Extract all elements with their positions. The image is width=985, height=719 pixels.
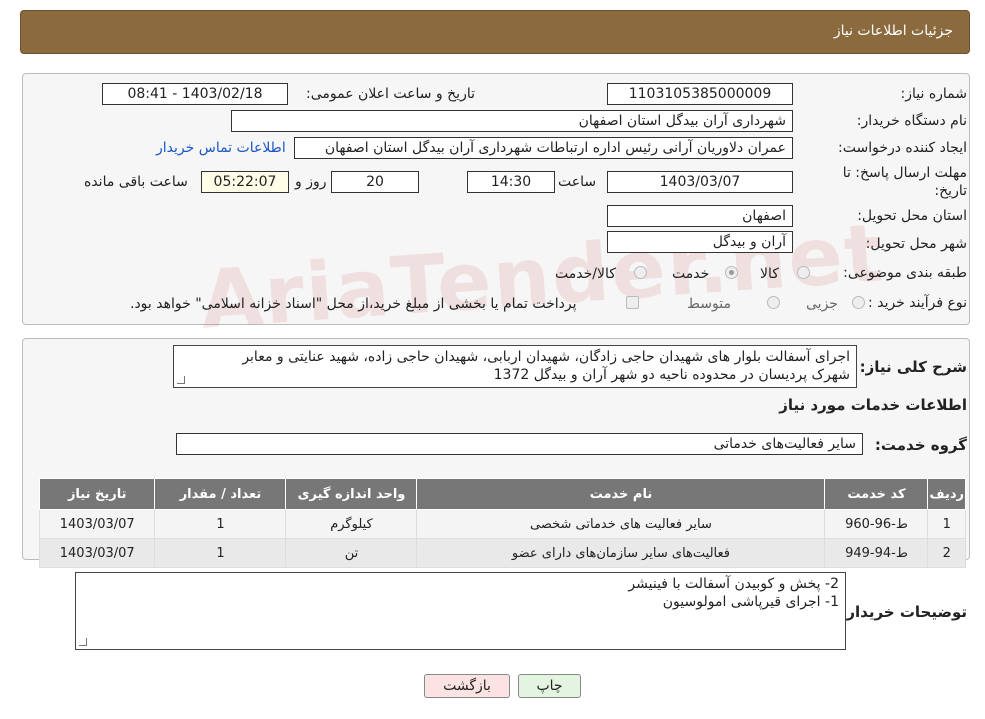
page-title: جزئیات اطلاعات نیاز	[833, 23, 953, 39]
print-button[interactable]: چاپ	[518, 674, 581, 698]
cell-quantity: 1	[154, 538, 287, 568]
services-section-title: اطلاعات خدمات مورد نیاز	[779, 396, 967, 414]
table-row[interactable]: 2 ط-94-949 فعالیت‌های سایر سازمان‌های دا…	[38, 538, 966, 568]
buyer-notes-line-2: 1- اجرای قیرپاشی امولوسیون	[662, 594, 839, 610]
cell-need-date: 1403/03/07	[38, 538, 156, 568]
announce-date-label: تاریخ و ساعت اعلان عمومی:	[306, 86, 475, 102]
cell-service-name: فعالیت‌های سایر سازمان‌های دارای عضو	[416, 538, 826, 568]
need-number-field[interactable]: 1103105385000009	[607, 83, 793, 105]
deadline-time-label: ساعت	[558, 174, 597, 190]
announce-date-field[interactable]: 1403/02/18 - 08:41	[102, 83, 288, 105]
services-table: ردیف کد خدمت نام خدمت واحد اندازه گیری ت…	[38, 478, 966, 568]
resize-handle[interactable]	[177, 376, 185, 384]
category-goods-service-radio[interactable]	[634, 266, 647, 279]
purchase-minor-radio[interactable]	[852, 296, 865, 309]
buyer-notes-line-1: 2- پخش و کوبیدن آسفالت با فینیشر	[628, 576, 839, 592]
cell-row-number: 1	[927, 509, 966, 539]
deadline-label: مهلت ارسال پاسخ: تا تاریخ:	[842, 165, 967, 199]
description-field[interactable]: اجرای آسفالت بلوار های شهیدان حاجی زادگا…	[173, 345, 857, 388]
cell-need-date: 1403/03/07	[38, 509, 156, 539]
col-need-date: تاریخ نیاز	[38, 478, 156, 510]
buyer-notes-field[interactable]: 2- پخش و کوبیدن آسفالت با فینیشر 1- اجرا…	[75, 572, 846, 650]
purchase-medium-radio[interactable]	[767, 296, 780, 309]
treasury-checkbox[interactable]	[626, 296, 639, 309]
creator-label: ایجاد کننده درخواست:	[838, 140, 967, 156]
deadline-time-field[interactable]: 14:30	[467, 171, 555, 193]
purchase-medium-label: متوسط	[687, 296, 731, 312]
services-table-wrap: ردیف کد خدمت نام خدمت واحد اندازه گیری ت…	[38, 478, 966, 568]
deadline-date-field[interactable]: 1403/03/07	[607, 171, 793, 193]
back-button[interactable]: بازگشت	[424, 674, 510, 698]
cell-service-code: ط-96-960	[824, 509, 929, 539]
remaining-time-field[interactable]: 05:22:07	[201, 171, 289, 193]
buyer-org-field[interactable]: شهرداری آران بیدگل استان اصفهان	[231, 110, 793, 132]
cell-row-number: 2	[927, 538, 966, 568]
col-service-code: کد خدمت	[824, 478, 929, 510]
city-label: شهر محل تحویل:	[865, 236, 967, 252]
city-field[interactable]: آران و بیدگل	[607, 231, 793, 253]
cell-quantity: 1	[154, 509, 287, 539]
service-group-field[interactable]: سایر فعالیت‌های خدماتی	[176, 433, 863, 455]
category-service-radio[interactable]	[725, 266, 738, 279]
cell-unit: کیلوگرم	[285, 509, 418, 539]
buyer-org-label: نام دستگاه خریدار:	[856, 113, 967, 129]
description-line-2: شهرک پردیسان در محدوده ناحیه دو شهر آران…	[493, 367, 850, 383]
province-label: استان محل تحویل:	[857, 208, 967, 224]
category-service-label: خدمت	[672, 266, 710, 282]
table-row[interactable]: 1 ط-96-960 سایر فعالیت های خدماتی شخصی ک…	[38, 509, 966, 539]
purchase-type-label: نوع فرآیند خرید :	[868, 295, 967, 311]
province-field[interactable]: اصفهان	[607, 205, 793, 227]
creator-field[interactable]: عمران دلاوریان آرانی رئیس اداره ارتباطات…	[294, 137, 793, 159]
need-number-label: شماره نیاز:	[900, 86, 968, 102]
col-row-number: ردیف	[927, 478, 966, 510]
col-service-name: نام خدمت	[416, 478, 826, 510]
purchase-minor-label: جزیی	[806, 296, 838, 312]
treasury-note: پرداخت تمام یا بخشی از مبلغ خرید،از محل …	[130, 296, 577, 312]
resize-handle[interactable]	[79, 638, 87, 646]
description-line-1: اجرای آسفالت بلوار های شهیدان حاجی زادگا…	[242, 349, 850, 365]
remaining-label: ساعت باقی مانده	[84, 174, 188, 190]
cell-unit: تن	[285, 538, 418, 568]
description-label: شرح کلی نیاز:	[859, 358, 967, 376]
table-header-row: ردیف کد خدمت نام خدمت واحد اندازه گیری ت…	[38, 478, 966, 510]
col-unit: واحد اندازه گیری	[285, 478, 418, 510]
service-group-label: گروه خدمت:	[874, 436, 967, 454]
cell-service-name: سایر فعالیت های خدماتی شخصی	[416, 509, 826, 539]
category-label: طبقه بندی موضوعی:	[843, 265, 967, 281]
cell-service-code: ط-94-949	[824, 538, 929, 568]
category-goods-label: کالا	[760, 266, 779, 282]
category-goods-radio[interactable]	[797, 266, 810, 279]
days-label: روز و	[295, 174, 327, 190]
page-header: جزئیات اطلاعات نیاز	[20, 10, 970, 54]
buyer-contact-link[interactable]: اطلاعات تماس خریدار	[156, 140, 286, 156]
buyer-notes-label: توضیحات خریدار:	[840, 603, 967, 621]
category-goods-service-label: کالا/خدمت	[555, 266, 616, 282]
col-quantity: تعداد / مقدار	[154, 478, 287, 510]
deadline-days-field[interactable]: 20	[331, 171, 419, 193]
